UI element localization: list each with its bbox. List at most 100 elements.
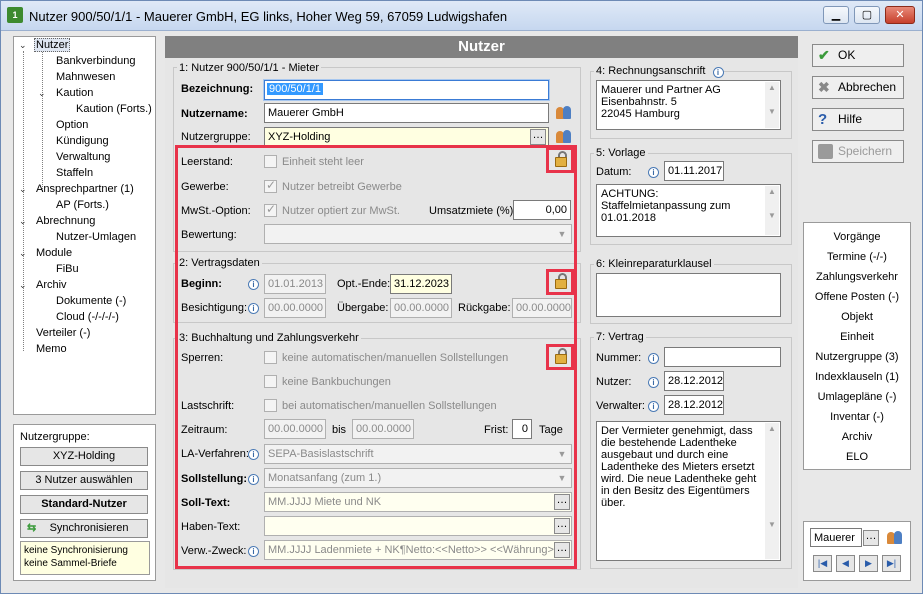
- link-einheit[interactable]: Einheit: [804, 331, 910, 343]
- help-button[interactable]: ? Hilfe: [812, 108, 904, 131]
- scrollbar[interactable]: ▲ ▼: [765, 82, 779, 128]
- section6-title: 6: Kleinreparaturklausel: [594, 258, 714, 270]
- link-zahlungsverkehr[interactable]: Zahlungsverkehr: [804, 271, 910, 283]
- tree-item-option[interactable]: Option: [56, 119, 88, 131]
- vertrag-nutzer-input[interactable]: 28.12.2012: [664, 371, 724, 391]
- vertrag-nutzer-label: Nutzer:: [596, 376, 632, 388]
- tree-item-nutzer-umlagen[interactable]: Nutzer-Umlagen: [56, 231, 136, 243]
- cancel-button[interactable]: ✖ Abbrechen: [812, 76, 904, 99]
- nummer-label: Nummer:: [596, 352, 642, 364]
- link-elo[interactable]: ELO: [804, 451, 910, 463]
- tree-item-bankverbindung[interactable]: Bankverbindung: [56, 55, 136, 67]
- link-indexklauseln[interactable]: Indexklauseln (1): [804, 371, 910, 383]
- app-icon: 1: [7, 7, 23, 23]
- datum-input[interactable]: 01.11.2017: [664, 161, 724, 181]
- search-browse-button[interactable]: …: [863, 530, 879, 546]
- tree-item-dokumente[interactable]: Dokumente (-): [56, 295, 126, 307]
- tree-item-staffeln[interactable]: Staffeln: [56, 167, 93, 179]
- vorlage-text[interactable]: ACHTUNG: Staffelmietanpassung zum 01.01.20…: [596, 184, 781, 237]
- contacts-icon[interactable]: [555, 129, 573, 145]
- tree-item-verwaltung[interactable]: Verwaltung: [56, 151, 110, 163]
- nutzername-label: Nutzername:: [181, 108, 248, 120]
- info-icon[interactable]: i: [712, 67, 724, 78]
- select-users-button[interactable]: 3 Nutzer auswählen: [20, 471, 148, 490]
- collapse-icon[interactable]: ⌄: [19, 216, 27, 227]
- tree-item-kaution-forts[interactable]: Kaution (Forts.): [76, 103, 152, 115]
- collapse-icon[interactable]: ⌄: [19, 184, 27, 195]
- last-record-icon[interactable]: ▶|: [882, 555, 901, 572]
- info-icon[interactable]: i: [648, 401, 659, 412]
- kleinreparatur-text[interactable]: [596, 273, 781, 317]
- link-objekt[interactable]: Objekt: [804, 311, 910, 323]
- tree-item-ansprechpartner[interactable]: Ansprechpartner (1): [36, 183, 134, 195]
- maximize-button[interactable]: ▢: [854, 6, 880, 24]
- link-umlageplaene[interactable]: Umlagepläne (-): [804, 391, 910, 403]
- tree-item-nutzer[interactable]: Nutzer: [34, 38, 71, 52]
- tree-item-archiv[interactable]: Archiv: [36, 279, 67, 291]
- collapse-icon[interactable]: ⌄: [19, 280, 27, 291]
- nutzergruppe-label: Nutzergruppe:: [181, 131, 251, 143]
- next-record-icon[interactable]: ▶: [859, 555, 878, 572]
- sync-button[interactable]: ⇆ Synchronisieren: [20, 519, 148, 538]
- previous-record-icon[interactable]: ◀: [836, 555, 855, 572]
- tree-item-fibu[interactable]: FiBu: [56, 263, 79, 275]
- help-icon: ?: [818, 111, 828, 128]
- info-icon[interactable]: i: [648, 353, 659, 364]
- info-icon[interactable]: i: [648, 377, 659, 388]
- scrollbar[interactable]: ▲ ▼: [765, 186, 779, 235]
- close-button[interactable]: ✕: [885, 6, 915, 24]
- tree-item-kuendigung[interactable]: Kündigung: [56, 135, 109, 147]
- contacts-icon[interactable]: [555, 105, 573, 121]
- collapse-icon[interactable]: ⌄: [19, 40, 27, 51]
- datum-label: Datum:: [596, 166, 632, 178]
- nummer-input[interactable]: [664, 347, 781, 367]
- link-offene-posten[interactable]: Offene Posten (-): [804, 291, 910, 303]
- tree-item-verteiler[interactable]: Verteiler (-): [36, 327, 90, 339]
- first-record-icon[interactable]: |◀: [813, 555, 832, 572]
- window-title: Nutzer 900/50/1/1 - Mauerer GmbH, EG lin…: [29, 9, 508, 24]
- standard-user-button[interactable]: Standard-Nutzer: [20, 495, 148, 514]
- tree-item-abrechnung[interactable]: Abrechnung: [36, 215, 95, 227]
- link-archiv[interactable]: Archiv: [804, 431, 910, 443]
- collapse-icon[interactable]: ⌄: [38, 88, 46, 99]
- group-button[interactable]: XYZ-Holding: [20, 447, 148, 466]
- nutzergruppe-browse-button[interactable]: …: [530, 129, 546, 145]
- contacts-icon[interactable]: [886, 530, 904, 546]
- search-input[interactable]: Mauerer: [810, 528, 862, 547]
- link-termine[interactable]: Termine (-/-): [804, 251, 910, 263]
- tree-item-ap-forts[interactable]: AP (Forts.): [56, 199, 109, 211]
- link-vorgaenge[interactable]: Vorgänge: [804, 231, 910, 243]
- sync-label: Synchronisieren: [49, 522, 129, 534]
- info-icon[interactable]: i: [648, 167, 659, 178]
- bezeichnung-input[interactable]: 900/50/1/1: [264, 80, 549, 100]
- save-button[interactable]: Speichern: [812, 140, 904, 163]
- link-nutzergruppe[interactable]: Nutzergruppe (3): [804, 351, 910, 363]
- section4-title: 4: Rechnungsanschrift i: [594, 65, 724, 78]
- nutzername-input[interactable]: Mauerer GmbH: [264, 103, 549, 123]
- save-icon: [818, 144, 833, 159]
- tree-item-memo[interactable]: Memo: [36, 343, 67, 355]
- link-inventar[interactable]: Inventar (-): [804, 411, 910, 423]
- highlight-frame: [175, 145, 577, 569]
- ok-button[interactable]: ✔ OK: [812, 44, 904, 67]
- tree-item-kaution[interactable]: Kaution: [56, 87, 93, 99]
- page-title: Nutzer: [165, 36, 798, 58]
- collapse-icon[interactable]: ⌄: [19, 248, 27, 259]
- main-window: 1 Nutzer 900/50/1/1 - Mauerer GmbH, EG l…: [0, 0, 923, 594]
- nutzergruppe-input[interactable]: XYZ-Holding: [264, 127, 549, 147]
- tree-item-cloud[interactable]: Cloud (-/-/-/-): [56, 311, 119, 323]
- title-bar: 1 Nutzer 900/50/1/1 - Mauerer GmbH, EG l…: [1, 1, 922, 31]
- vertrag-text[interactable]: Der Vermieter genehmigt, dass die besteh…: [596, 421, 781, 561]
- record-navigator: Mauerer … |◀ ◀ ▶ ▶|: [803, 521, 911, 581]
- cancel-icon: ✖: [818, 79, 830, 95]
- rechnungsanschrift-text[interactable]: Mauerer und Partner AG Eisenbahnstr. 5 220…: [596, 80, 781, 130]
- sync-note: keine Synchronisierung keine Sammel-Brie…: [20, 541, 150, 575]
- tree-item-mahnwesen[interactable]: Mahnwesen: [56, 71, 115, 83]
- minimize-button[interactable]: ▁: [823, 6, 849, 24]
- scrollbar[interactable]: ▲ ▼: [765, 423, 779, 559]
- tree-item-module[interactable]: Module: [36, 247, 72, 259]
- section5-title: 5: Vorlage: [594, 147, 648, 159]
- nutzergruppe-title: Nutzergruppe:: [20, 431, 90, 443]
- check-icon: ✔: [818, 47, 830, 63]
- verwalter-input[interactable]: 28.12.2012: [664, 395, 724, 415]
